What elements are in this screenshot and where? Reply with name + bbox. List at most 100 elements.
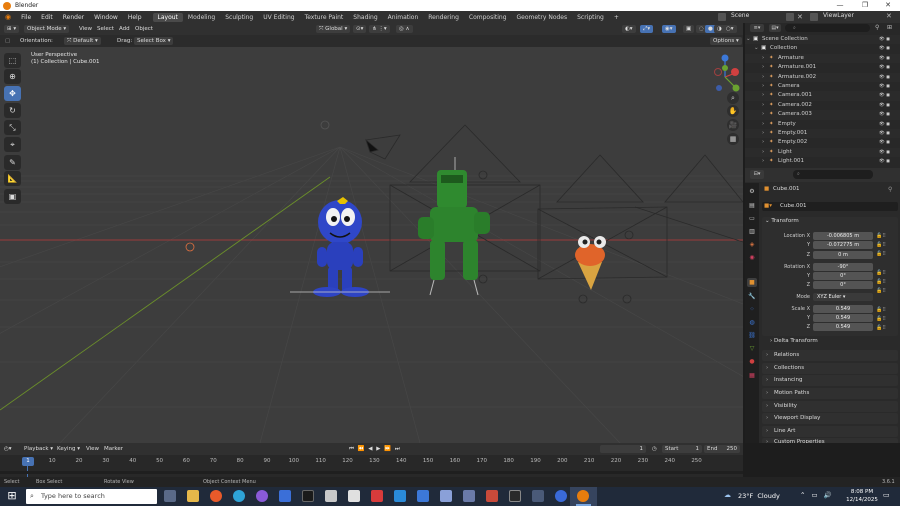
expand-arrow-icon[interactable]: › [762, 157, 764, 166]
tab-animation[interactable]: Animation [383, 13, 424, 22]
shading-rendered-icon[interactable]: ○▾ [723, 25, 737, 33]
snap-icon[interactable]: ⋔ ⋮▾ [369, 25, 390, 33]
expand-arrow-icon[interactable]: ⌄ [746, 35, 751, 44]
section-collections[interactable]: Collections [762, 363, 898, 374]
timeline-ruler[interactable]: 1 10 20 30 40 50 60 70 80 90 100 110 120 130 140 150 16… [0, 455, 743, 477]
file-explorer-icon[interactable] [187, 490, 199, 502]
3d-viewport[interactable]: User Perspective (1) Collection | Cube.0… [0, 47, 743, 443]
pan-hand-icon[interactable]: ✋ [727, 105, 739, 117]
drag-dropdown[interactable]: Select Box ▾ [134, 37, 174, 45]
notification-icon[interactable]: ▭ [883, 491, 890, 499]
visibility-eye-icon[interactable]: 👁 ◼ [879, 82, 890, 91]
outliner-item[interactable]: › ✦ Camera.002 👁 ◼ [745, 101, 900, 110]
scale-x-field[interactable]: 0.549 [813, 305, 873, 313]
app-window-icon[interactable] [348, 490, 360, 502]
scene-tab-icon[interactable]: ◈ [747, 240, 757, 249]
playback-controls[interactable]: ⏮ ⏪ ◀ ▶ ⏩ ⏭ [349, 445, 401, 453]
zoom-icon[interactable]: ⌕ [727, 92, 739, 104]
options-dropdown[interactable]: Options ▾ [710, 37, 742, 45]
expand-arrow-icon[interactable]: › [762, 110, 764, 119]
xray-toggle-icon[interactable]: ▣ [683, 25, 695, 33]
properties-search-input[interactable]: ⌕ [793, 170, 873, 179]
perspective-toggle-icon[interactable]: ▦ [727, 133, 739, 145]
transform-orientation-dropdown[interactable]: ⤧ Global ▾ [316, 25, 351, 33]
weather-text[interactable]: 23°F Cloudy [738, 492, 780, 500]
section-line-art[interactable]: Line Art [762, 426, 898, 437]
expand-arrow-icon[interactable]: › [762, 101, 764, 110]
particles-tab-icon[interactable]: ⁘ [747, 305, 757, 314]
outliner-item[interactable]: › ✦ Camera.003 👁 ◼ [745, 110, 900, 120]
menu-view[interactable]: View [79, 25, 92, 33]
calendar-icon[interactable] [417, 490, 429, 502]
mode-selector[interactable]: Object Mode ▾ [24, 25, 70, 33]
app-orange-icon[interactable] [486, 490, 498, 502]
delta-transform-header[interactable]: › Delta Transform [770, 338, 818, 344]
outliner-item[interactable]: › ✦ Empty.002 👁 ◼ [745, 138, 900, 147]
firefox-icon[interactable] [210, 490, 222, 502]
blender-menu-icon[interactable]: ◉ [0, 13, 16, 21]
light-object[interactable] [185, 242, 195, 252]
visibility-eye-icon[interactable]: 👁 ◼ [879, 63, 890, 72]
menu-select[interactable]: Select [97, 25, 114, 33]
section-relations[interactable]: Relations [762, 350, 898, 361]
menu-timeline-view[interactable]: View [86, 445, 99, 453]
filter-icon[interactable]: ⚲ [875, 24, 879, 31]
outliner-item[interactable]: › ✦ Light 👁 ◼ [745, 147, 900, 158]
texture-tab-icon[interactable]: ▦ [747, 371, 757, 380]
tab-layout[interactable]: Layout [152, 12, 183, 22]
mail-icon[interactable] [279, 490, 291, 502]
rotation-mode-dropdown[interactable]: XYZ Euler ▾ [813, 293, 873, 301]
gizmo-toggle-icon[interactable]: ⤢▾ [640, 25, 654, 33]
menu-add[interactable]: Add [119, 25, 130, 33]
visibility-eye-icon[interactable]: 👁 ◼ [879, 157, 890, 166]
visibility-eye-icon[interactable]: 👁 ◼ [879, 110, 890, 119]
expand-arrow-icon[interactable]: › [762, 73, 764, 82]
expand-arrow-icon[interactable]: › [762, 54, 764, 63]
visibility-eye-icon[interactable]: 👁 ◼ [879, 35, 890, 44]
tab-scripting[interactable]: Scripting [572, 13, 609, 22]
visibility-eye-icon[interactable]: 👁 ◼ [879, 73, 890, 82]
terminal-icon[interactable] [302, 490, 314, 502]
app-drop-icon[interactable] [256, 490, 268, 502]
blender-taskbar-button[interactable] [570, 487, 597, 506]
outliner-item[interactable]: › ✦ Armature.002 👁 ◼ [745, 72, 900, 82]
location-y-field[interactable]: -0.072775 m [813, 241, 873, 249]
scale-z-field[interactable]: 0.549 [813, 323, 873, 331]
camera-objects[interactable] [365, 124, 743, 304]
view-layer-icon[interactable] [810, 13, 818, 21]
section-viewport-display[interactable]: Viewport Display [762, 413, 898, 424]
app-red-icon[interactable] [371, 490, 383, 502]
transform-tool[interactable]: ⌖ [4, 137, 21, 152]
properties-editor-icon[interactable]: ⊟▾ [750, 170, 764, 179]
empty-object[interactable] [320, 120, 330, 130]
view-layer-close-icon[interactable]: ✕ [886, 12, 892, 20]
menu-window[interactable]: Window [89, 14, 123, 21]
transform-header[interactable]: ⌄ Transform [765, 218, 799, 224]
outliner-search-input[interactable]: ⌕ [785, 24, 870, 32]
expand-arrow-icon[interactable]: › [762, 138, 764, 147]
visibility-eye-icon[interactable]: 👁 ◼ [879, 120, 890, 129]
outliner-item[interactable]: › ✦ Empty 👁 ◼ [745, 120, 900, 129]
menu-object[interactable]: Object [135, 25, 153, 33]
transform-lock-icons[interactable]: 🔓⠿ 🔓⠿ 🔓⠿ 🔓⠿ 🔓⠿ 🔓⠿ 🔓⠿ 🔓⠿ 🔓⠿ [876, 232, 896, 333]
menu-edit[interactable]: Edit [36, 14, 58, 21]
visibility-eye-icon[interactable]: 👁 ◼ [879, 91, 890, 100]
app-device-icon[interactable] [440, 490, 452, 502]
rotation-x-field[interactable]: -90° [813, 263, 873, 271]
edge-icon[interactable] [233, 490, 245, 502]
ice-cream-character-mesh[interactable] [575, 236, 606, 290]
expand-arrow-icon[interactable]: › [762, 120, 764, 129]
visibility-eye-icon[interactable]: 👁 ◼ [879, 44, 890, 53]
end-frame-field[interactable]: End 250 [704, 445, 740, 453]
select-box-tool[interactable]: ⬚ [4, 53, 21, 68]
tab-rendering[interactable]: Rendering [423, 13, 464, 22]
scale-y-field[interactable]: 0.549 [813, 314, 873, 322]
scene-copy-icon[interactable] [786, 13, 794, 21]
world-tab-icon[interactable]: ◉ [747, 253, 757, 262]
tab-texture-paint[interactable]: Texture Paint [300, 13, 349, 22]
scale-tool[interactable]: ⤡ [4, 120, 21, 135]
section-instancing[interactable]: Instancing [762, 375, 898, 386]
menu-help[interactable]: Help [123, 14, 147, 21]
outliner-item[interactable]: ⌄ ▣ Collection 👁 ◼ [745, 44, 900, 53]
outliner-item[interactable]: › ✦ Light.001 👁 ◼ [745, 157, 900, 166]
